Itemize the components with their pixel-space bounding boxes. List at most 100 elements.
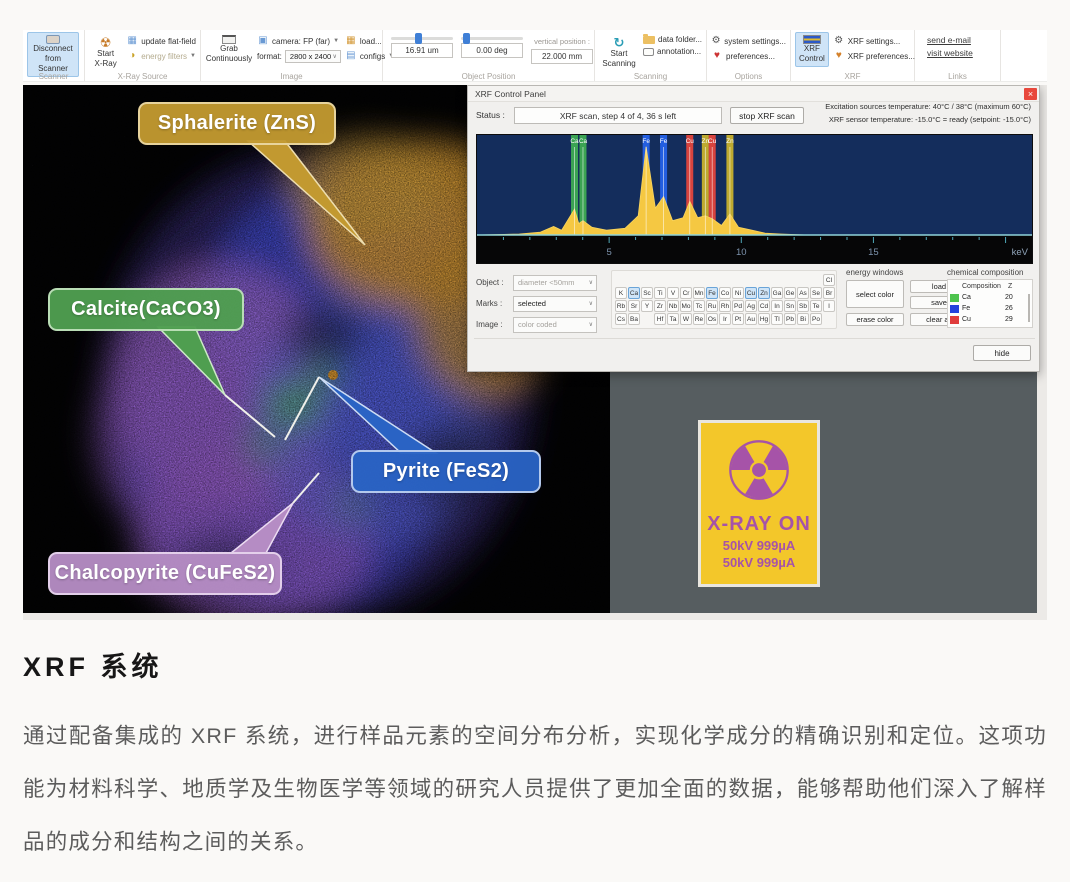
focus-slider[interactable] [391, 37, 453, 40]
element-os[interactable]: Os [706, 313, 718, 325]
element-au[interactable]: Au [745, 313, 757, 325]
element-cs[interactable]: Cs [615, 313, 627, 325]
color-swatch [950, 294, 959, 302]
group-image: Grab Continuously ▣ camera: FP (far) ▼ f… [201, 30, 383, 81]
configs-icon: ▤ [345, 50, 357, 62]
start-scanning-button[interactable]: ↻ Start Scanning [599, 32, 639, 72]
update-flat-field-button[interactable]: ▦ update flat-field [126, 35, 196, 47]
element-v[interactable]: V [667, 287, 679, 299]
element-cu[interactable]: Cu [745, 287, 757, 299]
element-te[interactable]: Te [810, 300, 822, 312]
element-sn[interactable]: Sn [784, 300, 796, 312]
element-pt[interactable]: Pt [732, 313, 744, 325]
xrf-control-button[interactable]: XRF Control [795, 32, 829, 67]
element-ba[interactable]: Ba [628, 313, 640, 325]
element-cl[interactable]: Cl [823, 274, 835, 286]
element-fe[interactable]: Fe [706, 287, 718, 299]
energy-filters-button[interactable]: ◑ energy filters ▼ [126, 50, 196, 62]
element-se[interactable]: Se [810, 287, 822, 299]
element-ga[interactable]: Ga [771, 287, 783, 299]
element-br[interactable]: Br [823, 287, 835, 299]
element-mo[interactable]: Mo [680, 300, 692, 312]
xrf-preferences-button[interactable]: ♥ XRF preferences... [833, 50, 915, 62]
start-xray-button[interactable]: ☢ Start X-Ray [89, 32, 122, 72]
ribbon-toolbar: Disconnect from Scanner Scanner ☢ Start … [23, 30, 1047, 82]
element-ca[interactable]: Ca [628, 287, 640, 299]
element-re[interactable]: Re [693, 313, 705, 325]
element-rb[interactable]: Rb [615, 300, 627, 312]
heart-icon: ♥ [833, 50, 845, 62]
rotation-value-box[interactable]: 0.00 deg [461, 43, 523, 58]
element-tc[interactable]: Tc [693, 300, 705, 312]
group-label-object-position: Object Position [383, 72, 594, 81]
erase-color-button[interactable]: erase color [846, 313, 904, 326]
element-zr[interactable]: Zr [654, 300, 666, 312]
element-hf[interactable]: Hf [654, 313, 666, 325]
element-empty [693, 274, 705, 286]
hide-button[interactable]: hide [973, 345, 1031, 361]
element-w[interactable]: W [680, 313, 692, 325]
element-ag[interactable]: Ag [745, 300, 757, 312]
element-co[interactable]: Co [719, 287, 731, 299]
element-ta[interactable]: Ta [667, 313, 679, 325]
data-folder-button[interactable]: data folder... [643, 35, 702, 44]
disconnect-from-scanner-button[interactable]: Disconnect from Scanner [27, 32, 79, 77]
element-mn[interactable]: Mn [693, 287, 705, 299]
element-ti[interactable]: Ti [654, 287, 666, 299]
element-pd[interactable]: Pd [732, 300, 744, 312]
visit-website-link[interactable]: visit website [927, 48, 996, 58]
grab-continuously-button[interactable]: Grab Continuously [205, 32, 253, 67]
image-mode-select[interactable]: color coded∨ [513, 317, 597, 333]
element-sr[interactable]: Sr [628, 300, 640, 312]
svg-text:10: 10 [736, 247, 747, 258]
image-mode-label: Image : [476, 320, 513, 329]
focus-slider-thumb[interactable] [415, 33, 422, 44]
composition-scrollbar[interactable] [1028, 294, 1030, 322]
load-icon: ▦ [345, 35, 357, 47]
element-tl[interactable]: Tl [771, 313, 783, 325]
view-selectors: Object : diameter <50mm∨ Marks : selecte… [476, 272, 606, 335]
element-k[interactable]: K [615, 287, 627, 299]
focus-value-box[interactable]: 16.91 um [391, 43, 453, 58]
close-icon[interactable]: × [1024, 88, 1037, 100]
format-select[interactable]: format: 2800 x 2400 ∨ [257, 50, 341, 63]
element-in[interactable]: In [771, 300, 783, 312]
element-zn[interactable]: Zn [758, 287, 770, 299]
xrf-settings-button[interactable]: ⚙ XRF settings... [833, 35, 915, 47]
stop-xrf-scan-button[interactable]: stop XRF scan [730, 107, 804, 124]
element-hg[interactable]: Hg [758, 313, 770, 325]
object-select[interactable]: diameter <50mm∨ [513, 275, 597, 291]
camera-select[interactable]: ▣ camera: FP (far) ▼ [257, 35, 341, 47]
flat-field-icon: ▦ [126, 35, 138, 47]
preferences-button[interactable]: ♥ preferences... [711, 50, 786, 62]
annotation-button[interactable]: annotation... [643, 47, 702, 56]
element-as[interactable]: As [797, 287, 809, 299]
element-ni[interactable]: Ni [732, 287, 744, 299]
element-pb[interactable]: Pb [784, 313, 796, 325]
select-color-button[interactable]: select color [846, 280, 904, 308]
system-settings-button[interactable]: ⚙ system settings... [711, 35, 786, 47]
preferences-label: preferences... [726, 52, 775, 61]
xrf-control-icon [803, 35, 821, 44]
element-i[interactable]: I [823, 300, 835, 312]
element-ge[interactable]: Ge [784, 287, 796, 299]
vertical-position-box[interactable]: 22.000 mm [531, 49, 593, 64]
element-po[interactable]: Po [810, 313, 822, 325]
element-cr[interactable]: Cr [680, 287, 692, 299]
send-email-link[interactable]: send e-mail [927, 35, 996, 45]
group-links: send e-mail visit website Links [915, 30, 1001, 81]
element-bi[interactable]: Bi [797, 313, 809, 325]
marks-select[interactable]: selected∨ [513, 296, 597, 312]
rotation-slider-thumb[interactable] [463, 33, 470, 44]
element-rh[interactable]: Rh [719, 300, 731, 312]
rotation-slider[interactable] [461, 37, 523, 40]
element-nb[interactable]: Nb [667, 300, 679, 312]
xrf-spectrum-chart[interactable]: CaCaFeFeCuZnCuZn51015keV [476, 134, 1033, 264]
element-y[interactable]: Y [641, 300, 653, 312]
element-ru[interactable]: Ru [706, 300, 718, 312]
element-ir[interactable]: Ir [719, 313, 731, 325]
element-cd[interactable]: Cd [758, 300, 770, 312]
element-sc[interactable]: Sc [641, 287, 653, 299]
element-sb[interactable]: Sb [797, 300, 809, 312]
start-xray-label: Start X-Ray [93, 49, 118, 69]
